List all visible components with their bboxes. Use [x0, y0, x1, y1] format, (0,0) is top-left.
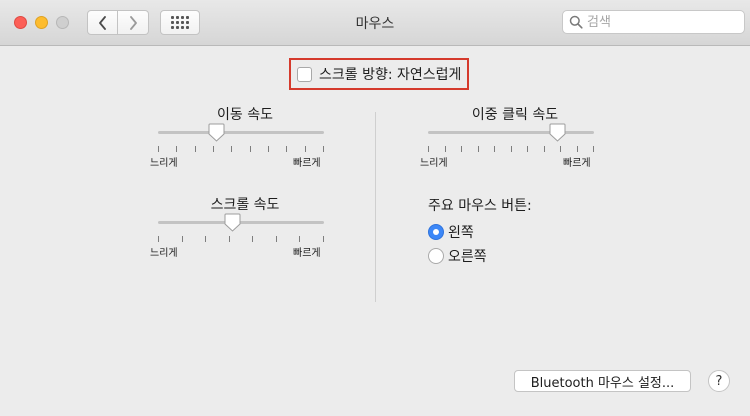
- bluetooth-mouse-setup-button[interactable]: Bluetooth 마우스 설정...: [514, 370, 691, 392]
- slider-tick: [250, 146, 251, 152]
- tracking-speed-min-label: 느리게: [150, 158, 178, 169]
- primary-button-left-label: 왼쪽: [448, 225, 474, 241]
- slider-tick: [176, 146, 177, 152]
- scroll-direction-natural-option[interactable]: 스크롤 방향: 자연스럽게: [289, 58, 469, 90]
- section-divider: [375, 112, 376, 302]
- slider-tick: [268, 146, 269, 152]
- primary-button-right-option[interactable]: 오른쪽: [428, 246, 487, 266]
- slider-tick: [213, 146, 214, 152]
- slider-tick: [527, 146, 528, 152]
- search-field[interactable]: [562, 10, 745, 34]
- slider-tick: [478, 146, 479, 152]
- search-icon: [569, 15, 583, 29]
- double-click-speed-slider-thumb[interactable]: [549, 123, 566, 142]
- scroll-speed-title: 스크롤 속도: [210, 197, 280, 213]
- slider-tick: [158, 146, 159, 152]
- tracking-speed-section: 이동 속도 느리게 빠르게: [150, 104, 340, 169]
- help-button[interactable]: ?: [708, 370, 730, 392]
- scroll-speed-max-label: 빠르게: [293, 248, 321, 259]
- scroll-speed-track[interactable]: [158, 221, 324, 224]
- primary-button-left-option[interactable]: 왼쪽: [428, 222, 474, 242]
- search-input[interactable]: [587, 14, 737, 30]
- double-click-speed-track[interactable]: [428, 131, 594, 134]
- tracking-speed-ticks: [158, 146, 324, 154]
- slider-tick: [229, 236, 230, 242]
- slider-tick: [428, 146, 429, 152]
- primary-button-title: 주요 마우스 버튼:: [428, 198, 532, 214]
- slider-tick: [577, 146, 578, 152]
- slider-tick: [560, 146, 561, 152]
- slider-tick: [544, 146, 545, 152]
- double-click-speed-ticks: [428, 146, 594, 154]
- slider-tick: [494, 146, 495, 152]
- slider-tick: [305, 146, 306, 152]
- slider-tick: [593, 146, 594, 152]
- slider-tick: [323, 146, 324, 152]
- slider-tick: [195, 146, 196, 152]
- slider-tick: [323, 236, 324, 242]
- slider-tick: [445, 146, 446, 152]
- slider-tick: [276, 236, 277, 242]
- primary-button-right-radio[interactable]: [428, 248, 444, 264]
- scroll-speed-min-label: 느리게: [150, 248, 178, 259]
- scroll-direction-checkbox[interactable]: [297, 66, 312, 82]
- scroll-direction-label: 스크롤 방향: 자연스럽게: [319, 67, 462, 83]
- primary-button-right-label: 오른쪽: [448, 249, 487, 265]
- slider-tick: [182, 236, 183, 242]
- scroll-speed-section: 스크롤 속도 느리게 빠르게: [150, 194, 340, 259]
- slider-tick: [252, 236, 253, 242]
- slider-tick: [231, 146, 232, 152]
- tracking-speed-title: 이동 속도: [217, 107, 273, 123]
- scroll-speed-slider-thumb[interactable]: [224, 213, 241, 232]
- slider-tick: [299, 236, 300, 242]
- slider-tick: [286, 146, 287, 152]
- double-click-speed-min-label: 느리게: [420, 158, 448, 169]
- slider-tick: [461, 146, 462, 152]
- double-click-speed-title: 이중 클릭 속도: [471, 107, 559, 123]
- primary-button-left-radio[interactable]: [428, 224, 444, 240]
- double-click-speed-max-label: 빠르게: [563, 158, 591, 169]
- window-titlebar: 마우스: [0, 0, 750, 46]
- double-click-speed-section: 이중 클릭 속도 느리게 빠르게: [420, 104, 610, 169]
- slider-tick: [158, 236, 159, 242]
- scroll-speed-ticks: [158, 236, 324, 244]
- slider-tick: [205, 236, 206, 242]
- slider-tick: [511, 146, 512, 152]
- tracking-speed-max-label: 빠르게: [293, 158, 321, 169]
- tracking-speed-track[interactable]: [158, 131, 324, 134]
- tracking-speed-slider-thumb[interactable]: [208, 123, 225, 142]
